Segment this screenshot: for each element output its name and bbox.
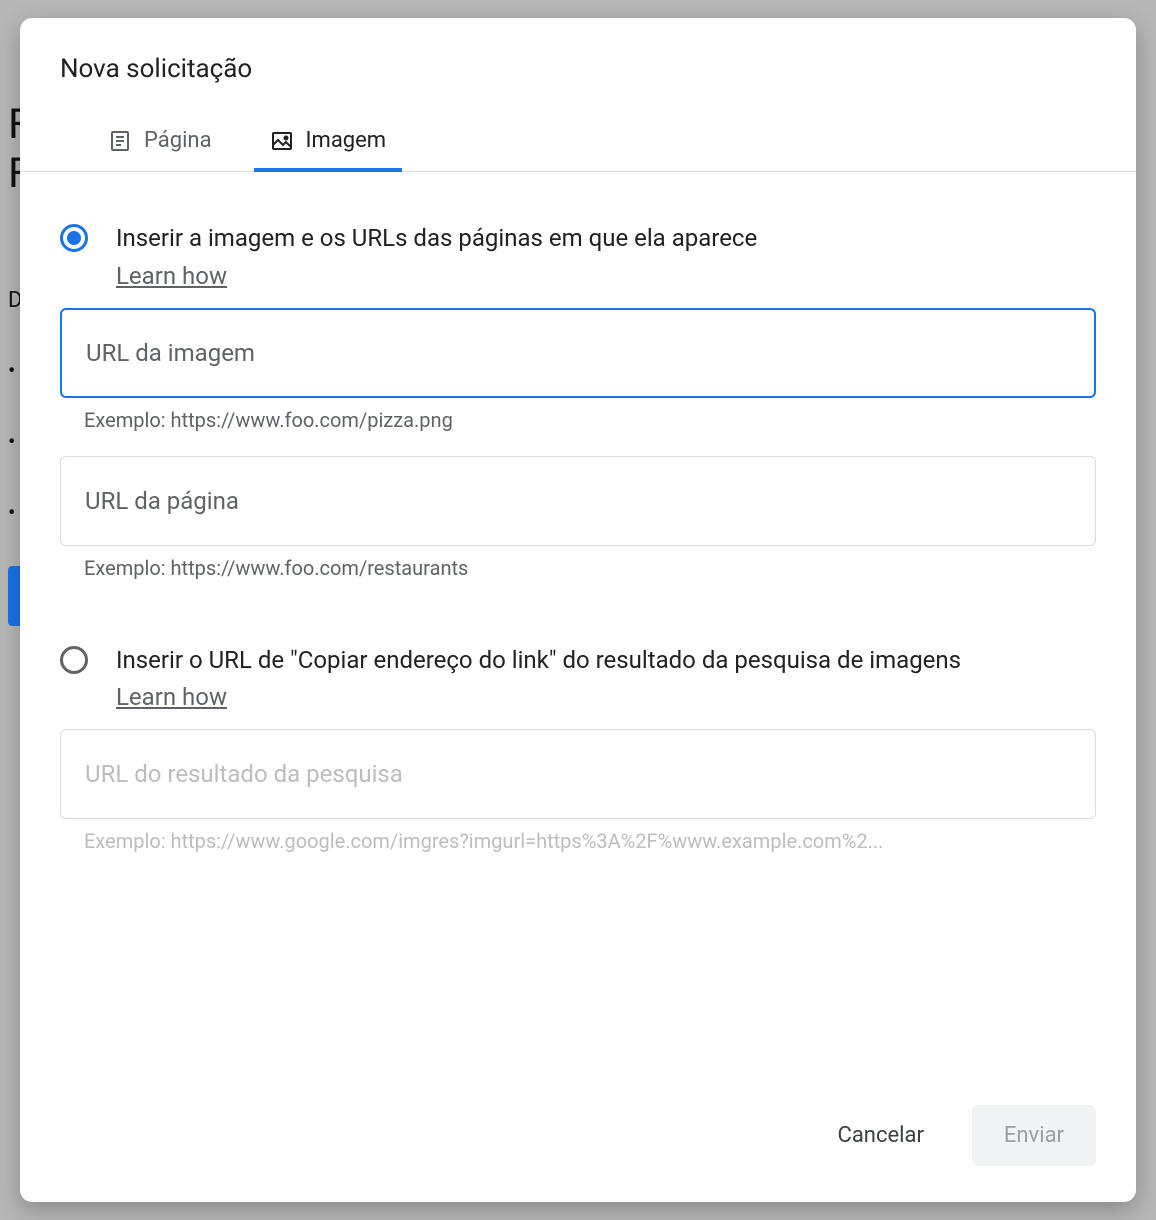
tabs: Página Imagem: [20, 114, 1136, 172]
search-result-url-helper: Exemplo: https://www.google.com/imgres?i…: [60, 829, 1096, 853]
radio-option-copy-link[interactable]: [60, 646, 88, 674]
option1-title: Inserir a imagem e os URLs das páginas e…: [116, 222, 1096, 256]
page-icon: [108, 129, 132, 153]
tab-image-label: Imagem: [306, 128, 387, 153]
image-url-helper: Exemplo: https://www.foo.com/pizza.png: [60, 408, 1096, 432]
page-url-input[interactable]: [60, 456, 1096, 546]
learn-how-link-1[interactable]: Learn how: [116, 262, 227, 290]
tab-page-label: Página: [144, 128, 212, 153]
image-icon: [270, 129, 294, 153]
cancel-button[interactable]: Cancelar: [822, 1111, 940, 1160]
image-url-input[interactable]: [60, 308, 1096, 398]
new-request-dialog: Nova solicitação Página: [20, 18, 1136, 1202]
submit-button[interactable]: Enviar: [972, 1105, 1096, 1166]
page-url-helper: Exemplo: https://www.foo.com/restaurants: [60, 556, 1096, 580]
search-result-url-input[interactable]: [60, 729, 1096, 819]
learn-how-link-2[interactable]: Learn how: [116, 683, 227, 711]
tab-image[interactable]: Imagem: [262, 114, 395, 171]
dialog-title: Nova solicitação: [60, 54, 1096, 84]
tab-page[interactable]: Página: [100, 114, 220, 171]
radio-option-urls[interactable]: [60, 224, 88, 252]
option2-title: Inserir o URL de "Copiar endereço do lin…: [116, 644, 1096, 678]
